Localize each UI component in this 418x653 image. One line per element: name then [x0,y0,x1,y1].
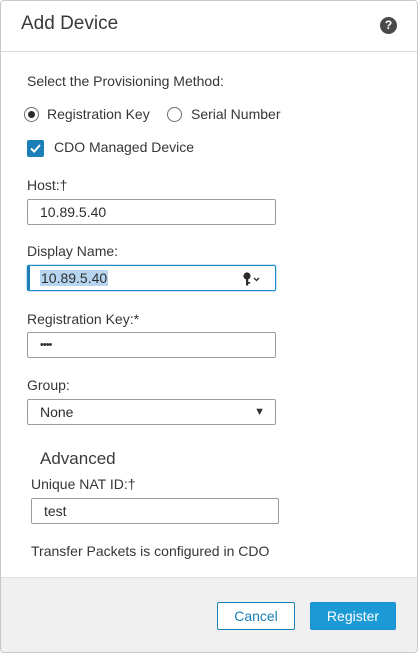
group-select[interactable]: None ▼ [27,399,276,425]
display-name-input[interactable]: 10.89.5.40 [27,265,276,291]
transfer-packets-note: Transfer Packets is configured in CDO [31,543,270,559]
dialog-header: Add Device ? [1,1,417,52]
dropdown-arrow-icon: ▼ [254,406,265,418]
registration-key-radio[interactable] [24,107,39,122]
unique-nat-id-label: Unique NAT ID:† [31,476,136,492]
cdo-managed-label[interactable]: CDO Managed Device [54,139,194,155]
display-name-label: Display Name: [27,243,119,259]
host-value: 10.89.5.40 [40,204,107,220]
group-label: Group: [27,377,70,393]
unique-nat-id-value: test [44,503,67,519]
host-label: Host:† [27,177,68,193]
registration-key-option-label[interactable]: Registration Key [47,106,150,122]
provisioning-method-label: Select the Provisioning Method: [27,73,224,89]
advanced-section-title: Advanced [40,449,116,468]
cancel-button[interactable]: Cancel [217,602,295,630]
registration-key-label: Registration Key:* [27,311,140,327]
display-name-value: 10.89.5.40 [40,270,109,286]
registration-key-input[interactable]: •••• [27,332,276,358]
checkmark-icon [30,144,41,154]
unique-nat-id-input[interactable]: test [31,498,279,524]
dialog-footer: Cancel Register [1,577,417,652]
key-icon[interactable] [241,271,261,287]
host-input[interactable]: 10.89.5.40 [27,199,276,225]
dialog-title: Add Device [21,13,119,34]
cdo-managed-checkbox[interactable] [27,140,44,157]
serial-number-radio[interactable] [167,107,182,122]
register-button[interactable]: Register [310,602,396,630]
registration-key-value: •••• [40,339,52,351]
add-device-dialog: Add Device ? Select the Provisioning Met… [0,0,418,653]
serial-number-option-label[interactable]: Serial Number [191,106,280,122]
help-icon[interactable]: ? [380,17,397,34]
group-selected-value: None [40,404,74,420]
